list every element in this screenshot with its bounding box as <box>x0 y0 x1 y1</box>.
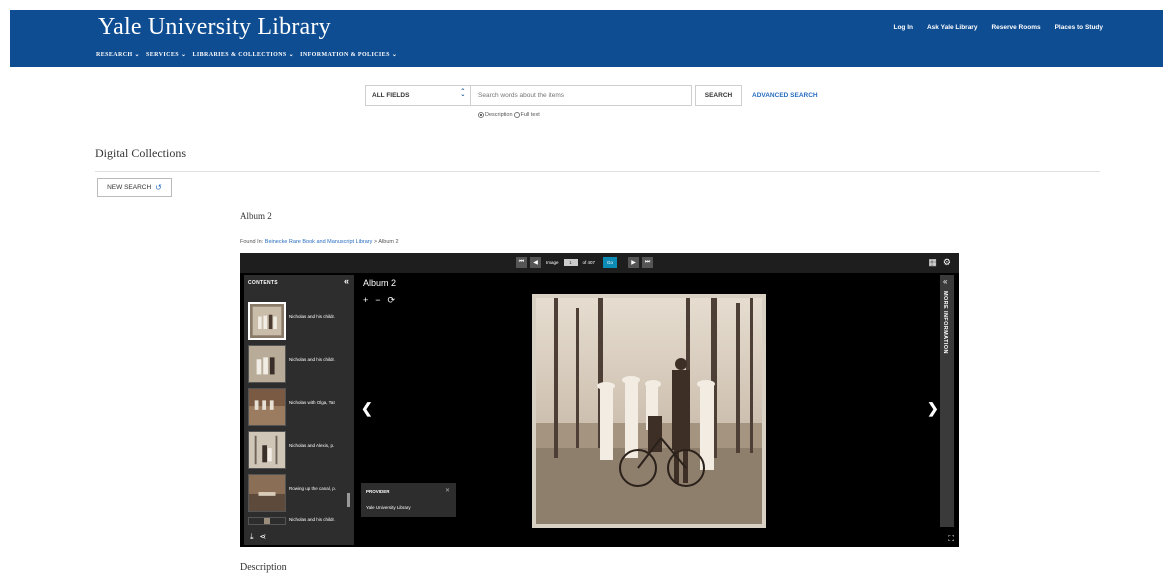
utility-links: Log In Ask Yale Library Reserve Rooms Pl… <box>893 24 1103 31</box>
contents-panel: CONTENTS « Nicholas and his childr. Nich… <box>244 275 354 545</box>
thumbnail-label: Nicholas with Olga, Tat <box>289 400 335 405</box>
gear-icon[interactable]: ⚙ <box>943 257 951 268</box>
provider-value: Yale University Library <box>366 505 411 510</box>
image-label: Image <box>546 260 559 265</box>
page-title: Digital Collections <box>95 146 186 160</box>
chevron-down-icon: ⌄ <box>391 52 398 58</box>
thumbnail-item[interactable]: Nicholas and his childr. <box>248 517 335 525</box>
provider-panel: PROVIDER ✕ Yale University Library <box>361 483 456 517</box>
provider-label: PROVIDER <box>366 489 390 494</box>
last-page-icon[interactable]: ⏭ <box>642 257 654 268</box>
viewer-title: Album 2 <box>363 278 397 288</box>
page-number-input[interactable]: 1 <box>563 259 578 266</box>
breadcrumb: Found In: Beinecke Rare Book and Manuscr… <box>240 239 399 245</box>
brand-logo[interactable]: Yale University Library <box>98 14 331 41</box>
description-heading: Description <box>240 562 287 573</box>
collapse-icon[interactable]: « <box>344 276 349 286</box>
grid-icon[interactable]: ▦ <box>928 257 937 268</box>
main-nav: RESEARCH ⌄ SERVICES ⌄ LIBRARIES & COLLECTI… <box>96 51 398 59</box>
expand-icon[interactable]: « <box>943 277 947 286</box>
image-total: of 407 <box>582 260 596 265</box>
next-image-icon[interactable]: ❯ <box>927 400 939 417</box>
chevron-down-icon: ⌄ <box>134 52 140 58</box>
site-header: Yale University Library Log In Ask Yale … <box>10 10 1163 67</box>
divider <box>95 171 1100 172</box>
nav-research[interactable]: RESEARCH ⌄ <box>96 51 140 59</box>
share-icon[interactable]: ⋖ <box>260 532 267 542</box>
thumbnail-label: Nicholas and his childr. <box>289 357 336 362</box>
radio-description[interactable] <box>478 112 484 118</box>
item-title: Album 2 <box>240 211 272 221</box>
login-link[interactable]: Log In <box>893 24 913 31</box>
ask-library-link[interactable]: Ask Yale Library <box>927 24 977 31</box>
select-arrows-icon: ˆˇ <box>461 87 464 103</box>
thumbnail-image <box>248 302 286 340</box>
chevron-down-icon: ⌄ <box>288 52 295 58</box>
photograph <box>536 298 762 524</box>
nav-services[interactable]: SERVICES ⌄ <box>146 51 187 59</box>
repository-link[interactable]: Beinecke Rare Book and Manuscript Librar… <box>265 239 373 245</box>
search-input[interactable] <box>471 85 692 106</box>
zoom-controls: + − ⟳ <box>363 295 395 306</box>
thumbnail-label: Nicholas and his childr. <box>289 517 336 522</box>
thumbnail-item[interactable]: Rowing up the canal, p. <box>248 474 336 512</box>
refresh-icon: ↺ <box>155 183 162 192</box>
previous-image-icon[interactable]: ❮ <box>361 400 373 417</box>
thumbnail-image <box>248 388 286 426</box>
more-information-label: MORE INFORMATION <box>942 291 948 354</box>
places-to-study-link[interactable]: Places to Study <box>1055 24 1103 31</box>
nav-libraries-collections[interactable]: LIBRARIES & COLLECTIONS ⌄ <box>192 51 295 59</box>
search-bar: ALL FIELDS ˆˇ SEARCH ADVANCED SEARCH <box>365 85 818 106</box>
search-button[interactable]: SEARCH <box>695 85 742 106</box>
search-field-select[interactable]: ALL FIELDS ˆˇ <box>365 85 471 106</box>
zoom-in-icon[interactable]: + <box>363 295 368 306</box>
thumbnail-item[interactable]: Nicholas and Alexis, p. <box>248 431 334 469</box>
contents-actions: ⤓ ⋖ <box>250 532 266 542</box>
search-scope: Description Full text <box>478 112 540 118</box>
first-page-icon[interactable]: ⏮ <box>516 257 527 268</box>
thumbnail-item[interactable]: Nicholas with Olga, Tat <box>248 388 335 426</box>
thumbnail-label: Nicholas and Alexis, p. <box>289 443 335 448</box>
viewer-tools: ▦ ⚙ <box>928 257 951 268</box>
advanced-search-link[interactable]: ADVANCED SEARCH <box>752 92 818 99</box>
nav-information-policies[interactable]: INFORMATION & POLICIES ⌄ <box>300 51 398 59</box>
thumbnail-label: Rowing up the canal, p. <box>289 486 337 491</box>
next-page-icon[interactable]: ▶ <box>628 257 640 268</box>
image-viewer: ⏮ ◀ Image 1 of 407 Go ▶ ⏭ ▦ ⚙ CONTENTS «… <box>240 253 959 547</box>
pager: ⏮ ◀ Image 1 of 407 Go ▶ ⏭ <box>516 257 654 268</box>
thumbnail-image <box>248 474 286 512</box>
reserve-rooms-link[interactable]: Reserve Rooms <box>991 24 1040 31</box>
thumbnail-image <box>248 431 286 469</box>
thumbnail-label: Nicholas and his childr. <box>289 314 336 319</box>
radio-fulltext-label: Full text <box>520 112 540 118</box>
contents-scrollbar[interactable] <box>347 493 350 507</box>
main-photo[interactable] <box>532 294 766 528</box>
go-button[interactable]: Go <box>603 257 618 268</box>
breadcrumb-rest: > Album 2 <box>372 239 399 245</box>
close-icon[interactable]: ✕ <box>445 487 450 494</box>
contents-heading: CONTENTS <box>248 280 278 286</box>
more-information-panel[interactable]: « MORE INFORMATION <box>940 275 954 527</box>
new-search-button[interactable]: NEW SEARCH ↺ <box>97 178 172 197</box>
found-in-label: Found In: <box>240 239 264 245</box>
radio-fulltext[interactable] <box>513 112 520 118</box>
thumbnail-item[interactable]: Nicholas and his childr. <box>248 302 335 340</box>
thumbnail-item[interactable]: Nicholas and his childr. <box>248 345 335 383</box>
download-icon[interactable]: ⤓ <box>250 532 254 542</box>
prev-page-icon[interactable]: ◀ <box>530 257 541 268</box>
reset-zoom-icon[interactable]: ⟳ <box>388 295 396 306</box>
fullscreen-icon[interactable]: ⛶ <box>948 534 954 544</box>
viewer-toolbar: ⏮ ◀ Image 1 of 407 Go ▶ ⏭ ▦ ⚙ <box>240 253 959 273</box>
radio-description-label: Description <box>485 112 513 118</box>
thumbnail-image <box>248 517 286 525</box>
zoom-out-icon[interactable]: − <box>375 295 380 306</box>
chevron-down-icon: ⌄ <box>181 52 187 58</box>
thumbnail-image <box>248 345 286 383</box>
